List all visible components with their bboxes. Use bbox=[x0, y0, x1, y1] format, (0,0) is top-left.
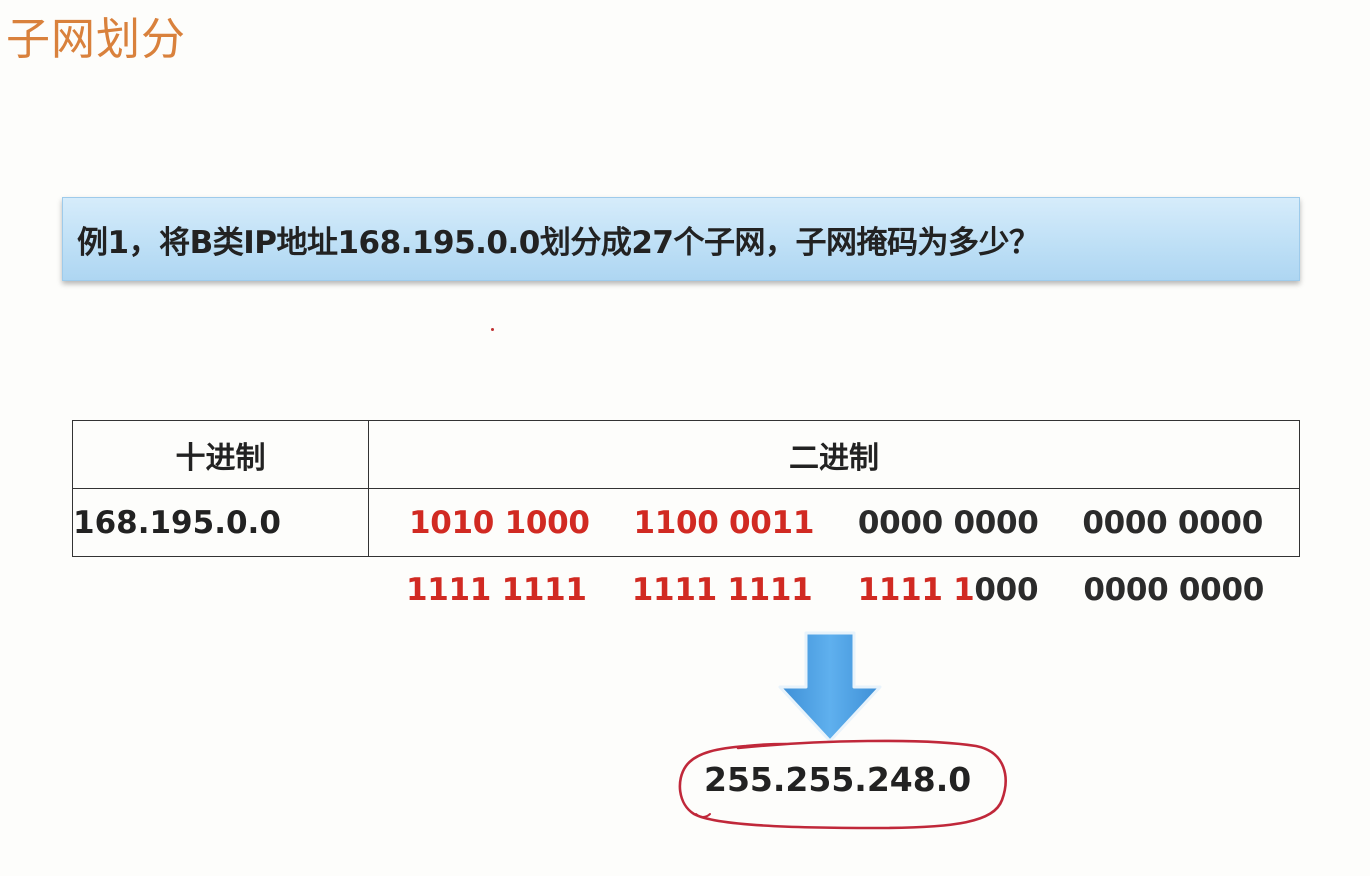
down-arrow-icon bbox=[776, 631, 884, 745]
header-decimal: 十进制 bbox=[72, 420, 369, 489]
mask-octet-2: 1111 1111 bbox=[631, 572, 813, 608]
slide-title: 子网划分 bbox=[6, 14, 186, 65]
mask-binary-row: 1111 1111 1111 1111 1111 1000 0000 0000 bbox=[366, 572, 1300, 608]
mask-octet-4: 0000 0000 bbox=[1083, 572, 1264, 608]
mask-octet-3-network-bits: 1111 1 bbox=[857, 572, 975, 608]
question-banner: 例1，将B类IP地址168.195.0.0划分成27个子网，子网掩码为多少？ bbox=[62, 197, 1300, 281]
subnet-mask-result: 255.255.248.0 bbox=[704, 760, 972, 799]
result-area: 255.255.248.0 bbox=[676, 738, 1012, 830]
mask-octet-3-host-bits: 000 bbox=[974, 572, 1039, 608]
binary-address: 1010 1000 1100 0011 0000 0000 0000 0000 bbox=[369, 505, 1299, 541]
header-binary: 二进制 bbox=[368, 420, 1300, 489]
binary-octet-4: 0000 0000 bbox=[1082, 504, 1263, 541]
table-header-row: 十进制 二进制 bbox=[72, 420, 1300, 489]
binary-octet-3: 0000 0000 bbox=[857, 504, 1039, 541]
binary-octet-1: 1010 1000 bbox=[409, 504, 590, 541]
conversion-table: 十进制 二进制 168.195.0.0 1010 1000 1100 0011 … bbox=[72, 420, 1300, 557]
question-text: 例1，将B类IP地址168.195.0.0划分成27个子网，子网掩码为多少？ bbox=[77, 224, 1040, 261]
mask-octet-3: 1111 1000 bbox=[858, 572, 1039, 608]
decimal-address-cell: 168.195.0.0 bbox=[72, 488, 369, 557]
table-row: 168.195.0.0 1010 1000 1100 0011 0000 000… bbox=[72, 488, 1300, 557]
stray-mark bbox=[491, 328, 494, 331]
mask-binary: 1111 1111 1111 1111 1111 1000 0000 0000 bbox=[366, 572, 1300, 608]
mask-octet-1: 1111 1111 bbox=[406, 572, 587, 608]
binary-address-cell: 1010 1000 1100 0011 0000 0000 0000 0000 bbox=[368, 488, 1300, 557]
binary-octet-2: 1100 0011 bbox=[633, 504, 815, 541]
